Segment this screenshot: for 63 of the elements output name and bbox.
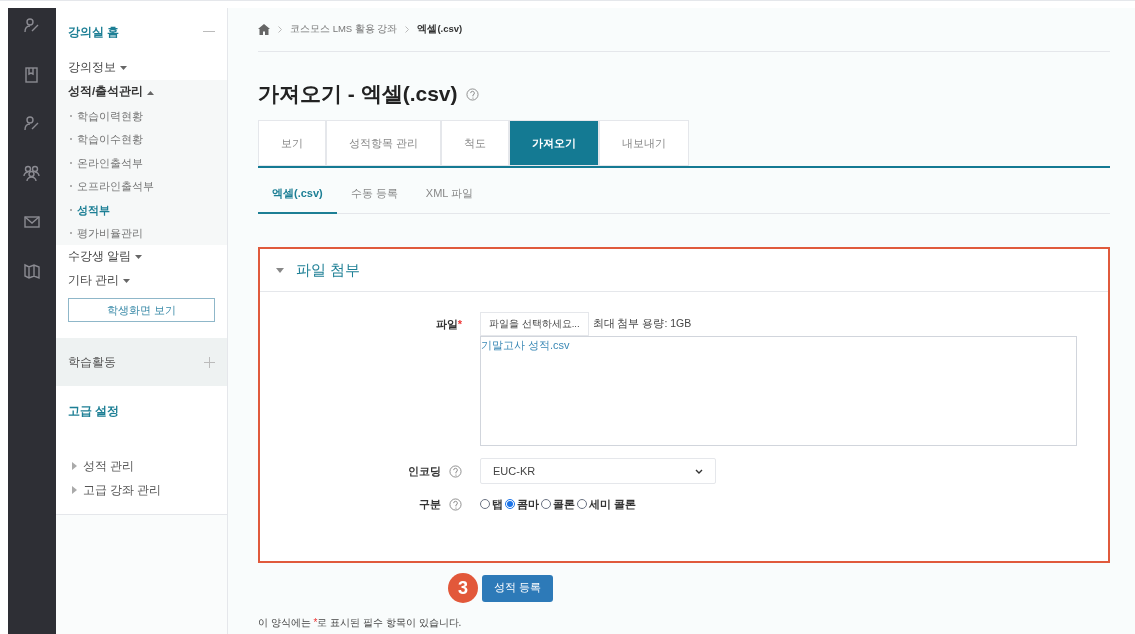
sidebar-subitem[interactable]: 학습이수현황 xyxy=(77,131,143,148)
sidebar-subitem[interactable]: 온라인출석부 xyxy=(77,154,143,171)
help-icon[interactable] xyxy=(449,497,462,511)
chevron-right-icon xyxy=(278,26,282,33)
sidebar-subitem[interactable]: 오프라인출석부 xyxy=(77,178,154,195)
radio-button[interactable] xyxy=(480,499,490,510)
expand-triangle-icon[interactable] xyxy=(72,462,77,471)
sidebar-subitem[interactable]: 학습이력현황 xyxy=(77,107,143,124)
submit-grades-button[interactable]: 성적 등록 xyxy=(482,574,553,602)
collapse-triangle-icon[interactable] xyxy=(276,267,284,273)
section-title[interactable]: 파일 첨부 xyxy=(296,258,361,282)
caret-icon xyxy=(123,278,131,284)
group-icon[interactable] xyxy=(22,163,42,183)
advanced-settings-title: 고급 설정 xyxy=(68,403,121,421)
student-view-button[interactable]: 학생화면 보기 xyxy=(68,298,215,323)
caret-icon xyxy=(147,89,155,95)
tab[interactable]: 보기 xyxy=(258,120,326,166)
advanced-settings-item[interactable]: 고급 강좌 관리 xyxy=(83,481,162,499)
advanced-settings-item[interactable]: 성적 관리 xyxy=(83,457,135,475)
sidebar-subitem[interactable]: 평가비율관리 xyxy=(77,225,143,242)
caret-icon xyxy=(135,254,143,260)
sidebar-subitem[interactable]: 성적부 xyxy=(77,201,110,218)
subtab[interactable]: 엑셀(.csv) xyxy=(258,174,337,214)
subtab[interactable]: XML 파일 xyxy=(411,174,488,213)
breadcrumb-link[interactable]: 엑셀(.csv) xyxy=(417,22,463,37)
required-fields-note: 이 양식에는 *로 표시된 필수 항목이 있습니다. xyxy=(258,616,463,630)
tab[interactable]: 척도 xyxy=(441,120,510,166)
encoding-select[interactable]: EUC-KR xyxy=(480,458,716,484)
tab[interactable]: 가져오기 xyxy=(509,120,600,166)
sidebar-menu-item[interactable]: 성적/출석관리 xyxy=(68,83,155,101)
expand-triangle-icon[interactable] xyxy=(72,486,77,495)
tab[interactable]: 성적항목 관리 xyxy=(326,120,442,166)
caret-icon xyxy=(120,65,127,71)
sidebar-menu-item[interactable]: 강의정보 xyxy=(68,59,127,77)
chevron-right-icon xyxy=(405,26,410,33)
step-number-badge: 3 xyxy=(448,573,478,603)
sidebar-home-link[interactable]: 강의실 홈 xyxy=(68,23,120,41)
subtab[interactable]: 수동 등록 xyxy=(336,174,412,213)
choose-file-button[interactable]: 파일을 선택하세요... xyxy=(480,312,589,336)
home-icon[interactable] xyxy=(258,24,270,35)
radio-label[interactable]: 콤마 xyxy=(517,496,539,513)
radio-label[interactable]: 콜론 xyxy=(553,496,575,513)
tab[interactable]: 내보내기 xyxy=(599,120,690,166)
file-link[interactable]: 기말고사 성적.csv xyxy=(481,337,1076,353)
chevron-down-icon xyxy=(695,468,703,474)
radio-label[interactable]: 세미 콜론 xyxy=(589,496,637,513)
page-title: 가져오기 - 엑셀(.csv) xyxy=(258,81,458,108)
breadcrumb-link[interactable]: 코스모스 LMS 활용 강좌 xyxy=(290,22,398,37)
field-label: 인코딩 xyxy=(408,463,441,479)
field-label: 파일* xyxy=(435,317,462,332)
radio-label[interactable]: 탭 xyxy=(492,496,503,513)
help-icon[interactable] xyxy=(449,464,462,478)
activity-block-title: 학습활동 xyxy=(68,354,116,370)
radio-button[interactable] xyxy=(577,499,587,510)
radio-button[interactable] xyxy=(505,499,515,510)
sidebar-menu-item[interactable]: 수강생 알림 xyxy=(68,248,143,266)
file-drop-area[interactable]: 기말고사 성적.csv xyxy=(480,336,1077,446)
field-label: 구분 xyxy=(419,497,441,512)
map-icon[interactable] xyxy=(22,261,42,281)
sidebar-menu-item[interactable]: 기타 관리 xyxy=(68,272,131,290)
help-icon[interactable] xyxy=(465,87,479,101)
max-size-text: 최대 첨부 용량: 1GB xyxy=(592,316,692,332)
radio-button[interactable] xyxy=(541,499,551,510)
